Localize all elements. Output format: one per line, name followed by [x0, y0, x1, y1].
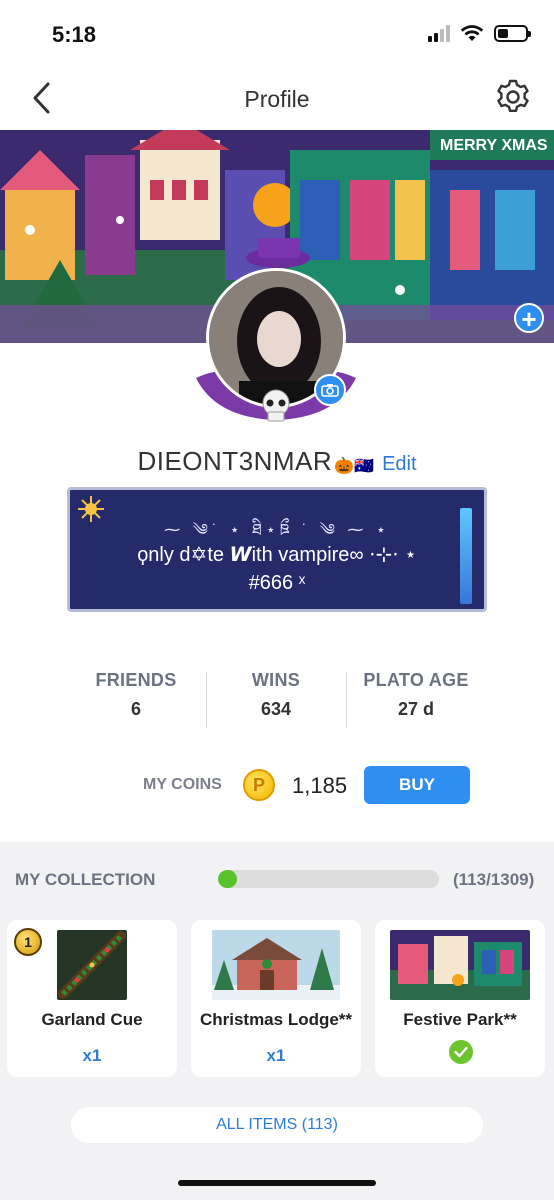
page-title: Profile — [244, 86, 310, 112]
buy-coins-button[interactable]: BUY — [364, 766, 470, 804]
bio-line-1: ϙnly d✡te 𝙒ith vampire∞ ⋅⊹⋅ ⋆ — [137, 544, 417, 566]
status-bar: 5:18 — [0, 0, 554, 66]
collection-item-christmas-lodge[interactable]: Christmas Lodge** x1 — [191, 920, 361, 1077]
item-quantity: x1 — [82, 1046, 102, 1065]
username-emojis: 🎃🇦🇺 — [334, 457, 375, 475]
all-items-button[interactable]: ALL ITEMS (113) — [71, 1107, 483, 1143]
home-indicator — [178, 1180, 376, 1186]
item-badge: 1 — [14, 928, 42, 956]
collection-progress-fill — [218, 870, 238, 888]
stat-value: 27 d — [397, 699, 435, 719]
banner-sign-text: MERRY XMAS — [440, 137, 548, 154]
stat-label: PLATO AGE — [363, 670, 469, 690]
username-row: DIEONT3NMAR 🎃🇦🇺 Edit — [0, 446, 554, 477]
coin-icon: P — [243, 769, 275, 801]
signal-icon — [428, 24, 450, 42]
edit-profile-link[interactable]: Edit — [382, 453, 416, 475]
username: DIEONT3NMAR — [137, 446, 333, 476]
skull-icon — [262, 389, 290, 422]
coins-value: 1,185 — [292, 773, 348, 798]
settings-button[interactable] — [494, 78, 532, 116]
status-icons — [428, 24, 531, 42]
change-photo-button[interactable] — [314, 374, 346, 406]
add-banner-button[interactable]: + — [514, 303, 544, 333]
collection-cards: 1 Garland Cue x1 Christmas Lodge** x1 Fe… — [7, 920, 547, 1078]
item-thumbnail — [390, 930, 530, 1000]
collection-section: MY COLLECTION (113/1309) 1 Garland Cue x… — [0, 842, 554, 1200]
bio-line-2: #666 ˣ — [248, 572, 306, 594]
stat-wins: WINS 634 — [206, 670, 346, 730]
status-time: 5:18 — [52, 22, 97, 47]
stat-plato-age: PLATO AGE 27 d — [346, 670, 486, 730]
bio-card: ⁓ ༄˙ ⋆ ཐི⋆ཋྀ ˙ ༄ ⁓ ⋆ ϙnly d✡te 𝙒ith vamp… — [67, 487, 487, 612]
collection-item-festive-park[interactable]: Festive Park** — [375, 920, 545, 1077]
stats-row: FRIENDS 6 WINS 634 PLATO AGE 27 d — [66, 670, 486, 730]
camera-icon — [321, 384, 339, 397]
item-quantity: x1 — [266, 1046, 286, 1065]
plus-icon: + — [521, 304, 537, 334]
collection-progress-bar — [218, 870, 439, 888]
avatar-frame[interactable] — [196, 238, 356, 428]
waterfall-decoration — [460, 508, 472, 604]
nav-bar: Profile — [0, 66, 554, 130]
stat-value: 634 — [260, 699, 292, 719]
stat-friends[interactable]: FRIENDS 6 — [66, 670, 206, 730]
item-name: Festive Park** — [403, 1010, 517, 1029]
stat-value: 6 — [130, 699, 141, 719]
gear-icon — [497, 79, 529, 112]
stat-label: FRIENDS — [95, 670, 177, 690]
battery-icon — [494, 24, 531, 42]
stat-label: WINS — [251, 670, 301, 690]
coins-label: MY COINS — [143, 776, 222, 793]
collection-title: MY COLLECTION — [15, 870, 156, 889]
item-name: Christmas Lodge** — [199, 1010, 353, 1029]
collection-item-garland-cue[interactable]: 1 Garland Cue x1 — [7, 920, 177, 1077]
item-thumbnail — [57, 930, 127, 1000]
item-thumbnail — [212, 930, 340, 1000]
wifi-icon — [460, 25, 484, 41]
collection-count: (113/1309) — [453, 870, 535, 889]
checkmark-icon — [449, 1040, 473, 1064]
coins-row: MY COINS P 1,185 BUY — [0, 766, 554, 806]
item-name: Garland Cue — [41, 1010, 143, 1029]
